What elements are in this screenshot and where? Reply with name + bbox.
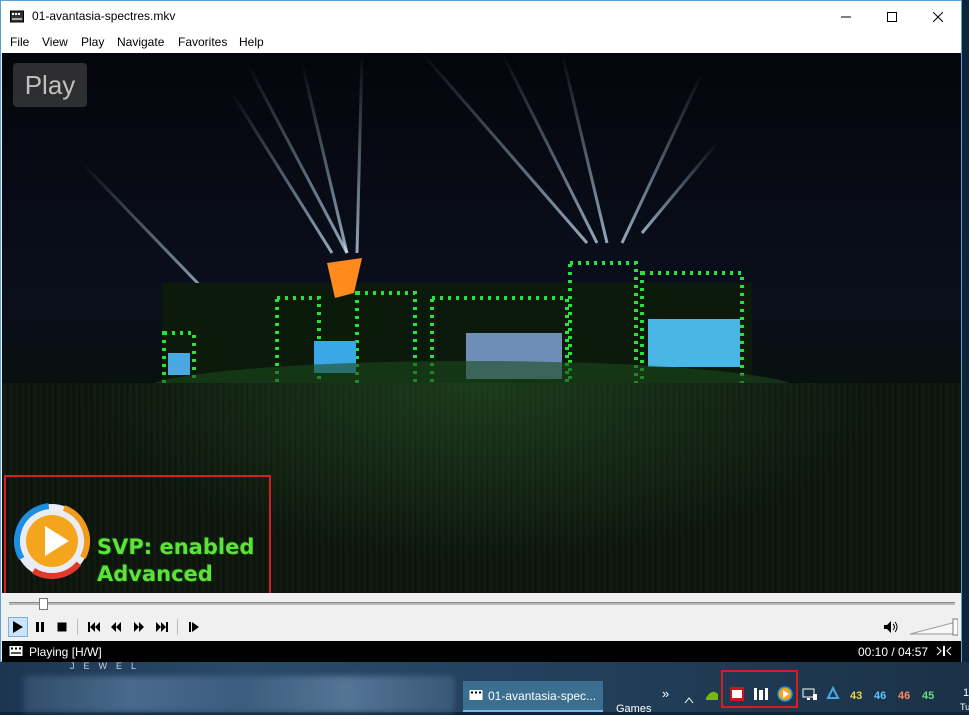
- menu-view[interactable]: View: [42, 35, 68, 49]
- volume-thumb[interactable]: [952, 618, 958, 636]
- signal-icon: [936, 646, 952, 656]
- svp-tray-icon[interactable]: [777, 686, 793, 702]
- stop-icon: [57, 622, 67, 632]
- close-button[interactable]: [915, 1, 961, 32]
- media-player-icon: [10, 10, 24, 23]
- status-film-icon: [9, 646, 23, 656]
- fast-forward-icon: [134, 622, 144, 632]
- separator: [77, 619, 78, 635]
- play-button[interactable]: [8, 617, 28, 637]
- desktop-wallpaper-text: JEWEL: [70, 661, 146, 671]
- frame-step-button[interactable]: [184, 617, 204, 637]
- seek-thumb[interactable]: [39, 598, 49, 610]
- menu-play[interactable]: Play: [81, 35, 104, 49]
- pause-icon: [36, 622, 44, 632]
- pause-button[interactable]: [30, 617, 50, 637]
- previous-button[interactable]: [84, 617, 104, 637]
- interlace-tray-icon[interactable]: [753, 686, 769, 702]
- playback-controls: [2, 613, 961, 641]
- mute-button[interactable]: [881, 617, 901, 637]
- next-button[interactable]: [152, 617, 172, 637]
- playback-status: Playing [H/W]: [29, 645, 102, 659]
- menu-favorites[interactable]: Favorites: [178, 35, 227, 49]
- fast-forward-button[interactable]: [129, 617, 149, 637]
- separator: [177, 619, 178, 635]
- minimize-button[interactable]: [823, 1, 869, 32]
- play-icon: [13, 621, 23, 633]
- tray-overflow-icon[interactable]: [684, 696, 694, 704]
- skip-forward-icon: [156, 622, 168, 632]
- frame-rate-tray-icon[interactable]: [729, 686, 745, 702]
- tray-temp-1: 43: [850, 690, 863, 702]
- maximize-icon: [887, 11, 897, 22]
- status-bar: Playing [H/W] 00:10 / 04:57: [2, 641, 961, 662]
- taskbar-pinned-apps-blurred: [24, 676, 454, 712]
- osd-play-indicator: Play: [13, 63, 87, 107]
- menu-bar: File View Play Navigate Favorites Help: [1, 32, 961, 53]
- menu-file[interactable]: File: [10, 35, 29, 49]
- tray-temp-3: 46: [898, 690, 911, 702]
- nvidia-tray-icon[interactable]: [704, 686, 720, 702]
- tray-clock[interactable]: 1: [963, 687, 969, 699]
- tray-temp-4: 45: [922, 690, 935, 702]
- rewind-icon: [111, 622, 121, 632]
- close-icon: [933, 11, 943, 22]
- player-window: 01-avantasia-spectres.mkv File View Play…: [0, 0, 962, 662]
- player-taskbar-icon: [469, 690, 483, 700]
- seek-track[interactable]: [9, 602, 955, 605]
- title-bar[interactable]: 01-avantasia-spectres.mkv: [1, 1, 961, 32]
- tray-temp-2: 46: [874, 690, 887, 702]
- menu-help[interactable]: Help: [239, 35, 264, 49]
- skip-back-icon: [88, 622, 100, 632]
- frame-step-icon: [189, 622, 199, 632]
- rewind-button[interactable]: [106, 617, 126, 637]
- taskbar-player-label: 01-avantasia-spec...: [488, 689, 597, 703]
- menu-navigate[interactable]: Navigate: [117, 35, 164, 49]
- seek-bar[interactable]: [2, 593, 961, 613]
- minimize-icon: [841, 16, 851, 17]
- svp-status-text: SVP: enabled: [97, 535, 255, 559]
- sync-tray-icon[interactable]: [825, 686, 841, 702]
- volume-slider[interactable]: [910, 618, 958, 636]
- tray-clock-day[interactable]: Tu: [960, 702, 969, 712]
- playback-time: 00:10 / 04:57: [858, 645, 929, 659]
- network-tray-icon[interactable]: [802, 686, 818, 702]
- svp-logo-icon: [14, 503, 90, 579]
- taskbar-player-button[interactable]: 01-avantasia-spec...: [463, 681, 603, 712]
- speaker-icon: [884, 621, 898, 633]
- window-title: 01-avantasia-spectres.mkv: [32, 9, 176, 23]
- svp-profile-text: Advanced: [97, 562, 213, 586]
- maximize-button[interactable]: [869, 1, 915, 32]
- taskbar-games-label[interactable]: Games: [616, 703, 651, 715]
- stop-button[interactable]: [52, 617, 72, 637]
- toolbar-chevron[interactable]: »: [662, 686, 669, 701]
